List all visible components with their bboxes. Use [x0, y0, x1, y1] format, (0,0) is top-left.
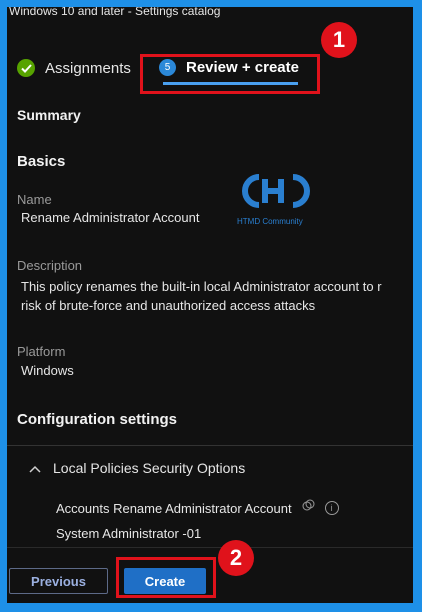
- section-title: Local Policies Security Options: [53, 460, 246, 476]
- review-create-highlight: [140, 54, 320, 94]
- name-label: Name: [17, 192, 52, 207]
- local-policies-section-toggle[interactable]: Local Policies Security Options: [29, 460, 245, 476]
- name-value: Rename Administrator Account: [21, 210, 200, 225]
- create-button-highlight: [116, 557, 216, 598]
- copy-icon[interactable]: [302, 499, 315, 517]
- description-line-1: This policy renames the built-in local A…: [21, 279, 382, 294]
- breadcrumb[interactable]: Windows 10 and later - Settings catalog: [9, 7, 220, 18]
- description-value: This policy renames the built-in local A…: [21, 277, 413, 315]
- callout-badge-1: 1: [321, 22, 357, 58]
- htmd-community-logo: HTMD Community: [235, 167, 335, 233]
- info-icon[interactable]: i: [324, 501, 339, 515]
- configuration-heading: Configuration settings: [17, 411, 177, 428]
- summary-heading: Summary: [17, 107, 81, 123]
- setting-name: Accounts Rename Administrator Account: [56, 500, 292, 516]
- description-label: Description: [17, 258, 83, 273]
- divider: [7, 445, 413, 446]
- platform-value: Windows: [21, 363, 74, 378]
- check-circle-icon: [17, 59, 35, 77]
- logo-caption: HTMD Community: [237, 217, 303, 226]
- setting-value: System Administrator -01: [56, 526, 202, 541]
- tab-assignments[interactable]: Assignments: [17, 59, 131, 77]
- chevron-up-icon: [29, 460, 41, 476]
- basics-heading: Basics: [17, 153, 66, 170]
- callout-badge-2: 2: [218, 540, 254, 576]
- setting-row: Accounts Rename Administrator Account i: [56, 499, 339, 517]
- main-panel: Windows 10 and later - Settings catalog …: [7, 7, 413, 603]
- description-line-2: risk of brute-force and unauthorized acc…: [21, 298, 316, 313]
- previous-button[interactable]: Previous: [9, 568, 108, 594]
- platform-label: Platform: [17, 344, 66, 359]
- tab-assignments-label: Assignments: [45, 59, 131, 77]
